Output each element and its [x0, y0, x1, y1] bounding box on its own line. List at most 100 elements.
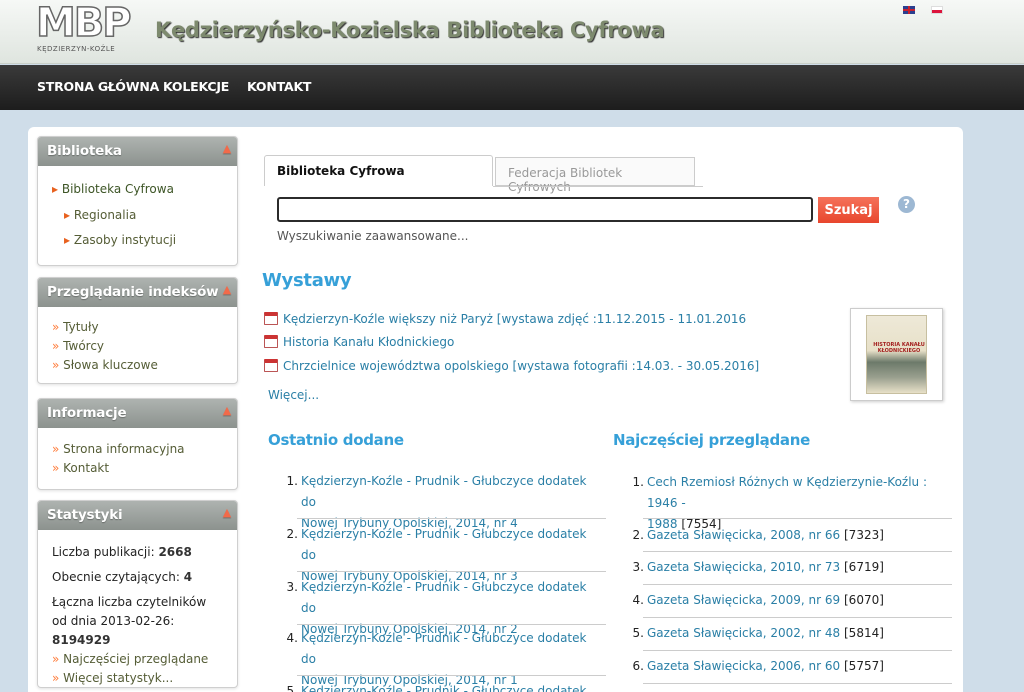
stat-total-label: Łączna liczba czytelników od dnia 2013-0… — [52, 595, 207, 628]
recent-title: Ostatnio dodane — [268, 431, 404, 449]
tab-federacja[interactable]: Federacja Bibliotek Cyfrowych — [495, 157, 695, 194]
poster-image: HISTORIA KANAŁU KŁODNICKIEGO — [866, 315, 927, 394]
exhibitions-title: Wystawy — [262, 270, 352, 291]
view-count: [6719] — [844, 560, 884, 574]
box-indeksy: Przeglądanie indeksów ▲ Tytuły Twórcy Sł… — [37, 277, 238, 384]
box-informacje: Informacje ▲ Strona informacyjna Kontakt — [37, 398, 238, 490]
divider — [643, 584, 952, 585]
search-input[interactable] — [277, 197, 813, 222]
divider — [643, 683, 952, 684]
sidebar-item-biblioteka-cyfrowa[interactable]: Biblioteka Cyfrowa — [52, 180, 223, 199]
list-item: 2. Gazeta Sławięcicka, 2008, nr 66 [7323… — [630, 525, 955, 546]
exhibition-thumbnail[interactable]: HISTORIA KANAŁU KŁODNICKIEGO — [850, 308, 943, 401]
list-number: 5. — [286, 684, 298, 692]
list-number: 3. — [286, 580, 298, 594]
logo-subtext: KĘDZIERZYN-KOŹLE — [37, 45, 116, 53]
recent-link[interactable]: Kędzierzyn-Koźle - Prudnik - Głubczyce d… — [301, 527, 586, 562]
list-number: 3. — [632, 560, 644, 574]
box-statystyki: Statystyki ▲ Liczba publikacji: 2668 Obe… — [37, 500, 238, 688]
popular-link[interactable]: Gazeta Sławięcicka, 2002, nr 48 — [647, 626, 840, 640]
sidebar-item-tytuly[interactable]: Tytuły — [52, 318, 223, 337]
box-informacje-title: Informacje — [47, 405, 127, 421]
exhibitions-more-link[interactable]: Więcej... — [268, 388, 319, 402]
polish-flag-icon[interactable] — [931, 6, 943, 14]
exhibition-link[interactable]: Chrzcielnice województwa opolskiego [wys… — [283, 359, 759, 373]
help-icon[interactable]: ? — [898, 196, 915, 213]
sidebar-item-zasoby[interactable]: Zasoby instytucji — [52, 231, 223, 250]
stat-readers-value: 4 — [183, 570, 193, 584]
collapse-arrow-icon[interactable]: ▲ — [223, 404, 231, 417]
list-item: 5. Gazeta Sławięcicka, 2002, nr 48 [5814… — [630, 623, 955, 644]
nav-item-home[interactable]: STRONA GŁÓWNA — [37, 79, 159, 94]
list-number: 1. — [286, 474, 298, 488]
popular-link[interactable]: Gazeta Sławięcicka, 2006, nr 60 — [647, 659, 840, 673]
exhibition-link[interactable]: Historia Kanału Kłodnickiego — [283, 335, 454, 349]
list-number: 6. — [632, 659, 644, 673]
recent-link[interactable]: Kędzierzyn-Koźle - Prudnik - Głubczyce d… — [301, 631, 586, 666]
popular-link[interactable]: Gazeta Sławięcicka, 2010, nr 73 — [647, 560, 840, 574]
library-logo[interactable]: MBP KĘDZIERZYN-KOŹLE — [35, 0, 140, 60]
list-number: 5. — [632, 626, 644, 640]
view-count: [5757] — [844, 659, 884, 673]
sidebar-link-more-stats[interactable]: Więcej statystyk... — [52, 669, 223, 688]
list-number: 4. — [286, 631, 298, 645]
popular-link[interactable]: Cech Rzemiosł Różnych w Kędzierzynie-Koź… — [647, 475, 927, 510]
stat-readers-label: Obecnie czytających: — [52, 570, 180, 584]
sidebar-item-strona-informacyjna[interactable]: Strona informacyjna — [52, 440, 223, 459]
recent-link[interactable]: Kędzierzyn-Koźle - Prudnik - Głubczyce d… — [301, 684, 586, 692]
calendar-icon — [264, 359, 278, 372]
nav-item-contact[interactable]: KONTAKT — [247, 79, 311, 94]
stat-publications-label: Liczba publikacji: — [52, 545, 155, 559]
list-item: 5. Kędzierzyn-Koźle - Prudnik - Głubczyc… — [284, 681, 604, 692]
sidebar-item-kontakt[interactable]: Kontakt — [52, 459, 223, 478]
list-number: 1. — [632, 475, 644, 489]
stat-total-value: 8194929 — [52, 633, 111, 647]
collapse-arrow-icon[interactable]: ▲ — [223, 142, 231, 155]
collapse-arrow-icon[interactable]: ▲ — [223, 283, 231, 296]
nav-item-collections[interactable]: KOLEKCJE — [163, 79, 229, 94]
exhibition-link[interactable]: Kędzierzyn-Koźle większy niż Paryż [wyst… — [283, 312, 746, 326]
sidebar-link-most-viewed[interactable]: Najczęściej przeglądane — [52, 650, 223, 669]
view-count: [5814] — [844, 626, 884, 640]
popular-title: Najczęściej przeglądane — [613, 431, 810, 449]
advanced-search-link[interactable]: Wyszukiwanie zaawansowane... — [277, 229, 468, 243]
calendar-icon — [264, 335, 278, 348]
exhibition-item[interactable]: Chrzcielnice województwa opolskiego [wys… — [264, 359, 759, 373]
box-informacje-header[interactable]: Informacje ▲ — [38, 399, 237, 428]
divider — [297, 675, 606, 676]
box-biblioteka-header[interactable]: Biblioteka ▲ — [38, 137, 237, 166]
divider — [297, 571, 606, 572]
english-flag-icon[interactable] — [903, 6, 915, 14]
tab-divider — [493, 186, 703, 187]
sidebar-item-regionalia[interactable]: Regionalia — [52, 206, 223, 225]
exhibition-item[interactable]: Kędzierzyn-Koźle większy niż Paryż [wyst… — [264, 312, 746, 326]
box-indeksy-title: Przeglądanie indeksów — [47, 284, 219, 300]
collapse-arrow-icon[interactable]: ▲ — [223, 506, 231, 519]
poster-title: HISTORIA KANAŁU KŁODNICKIEGO — [873, 342, 925, 354]
tab-biblioteka-cyfrowa[interactable]: Biblioteka Cyfrowa — [264, 155, 493, 186]
divider — [643, 650, 952, 651]
popular-link[interactable]: Gazeta Sławięcicka, 2009, nr 69 — [647, 593, 840, 607]
search-button[interactable]: Szukaj — [818, 197, 879, 223]
site-title: Kędzierzyńsko-Kozielska Biblioteka Cyfro… — [155, 18, 665, 42]
recent-link[interactable]: Kędzierzyn-Koźle - Prudnik - Głubczyce d… — [301, 474, 586, 509]
divider — [643, 518, 952, 519]
list-item: 6. Gazeta Sławięcicka, 2006, nr 60 [5757… — [630, 656, 955, 677]
view-count: [7323] — [844, 528, 884, 542]
exhibition-item[interactable]: Historia Kanału Kłodnickiego — [264, 335, 454, 349]
logo-text: MBP — [35, 0, 132, 47]
box-statystyki-title: Statystyki — [47, 507, 123, 523]
list-number: 4. — [632, 593, 644, 607]
recent-link[interactable]: Kędzierzyn-Koźle - Prudnik - Głubczyce d… — [301, 580, 586, 615]
list-number: 2. — [632, 528, 644, 542]
popular-link[interactable]: Gazeta Sławięcicka, 2008, nr 66 — [647, 528, 840, 542]
box-statystyki-header[interactable]: Statystyki ▲ — [38, 501, 237, 530]
stat-publications-value: 2668 — [158, 545, 192, 559]
box-indeksy-header[interactable]: Przeglądanie indeksów ▲ — [38, 278, 237, 307]
list-item: 4. Gazeta Sławięcicka, 2009, nr 69 [6070… — [630, 590, 955, 611]
list-item: 3. Gazeta Sławięcicka, 2010, nr 73 [6719… — [630, 557, 955, 578]
sidebar-item-slowa-kluczowe[interactable]: Słowa kluczowe — [52, 356, 223, 375]
divider — [297, 624, 606, 625]
sidebar-item-tworcy[interactable]: Twórcy — [52, 337, 223, 356]
divider — [643, 617, 952, 618]
